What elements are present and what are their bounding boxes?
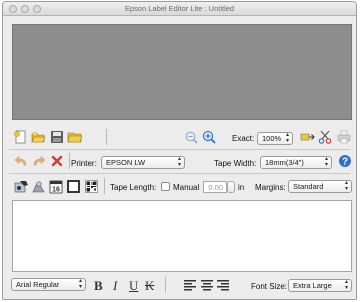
zoom-value: 100% — [262, 134, 282, 143]
qr-code-icon[interactable] — [85, 180, 98, 193]
frame-icon[interactable] — [67, 180, 80, 193]
redo-icon[interactable] — [32, 155, 46, 167]
margins-label: Margins: — [255, 183, 286, 192]
toolbar-separator — [9, 149, 350, 150]
zoom-select[interactable]: 100% ▴ ▾ — [257, 132, 293, 145]
align-center-icon[interactable] — [201, 280, 213, 291]
symbol-icon[interactable] — [14, 180, 29, 194]
toolbar-separator — [9, 173, 350, 174]
date-icon[interactable]: 16 — [49, 179, 63, 194]
margins-value: Standard — [293, 182, 324, 191]
manual-label: Manual — [173, 183, 200, 192]
toolbar-divider — [104, 178, 105, 194]
manual-checkbox[interactable] — [161, 182, 170, 191]
tape-length-input[interactable]: 0.00 — [203, 181, 227, 193]
italic-button[interactable]: I — [113, 278, 117, 294]
tape-length-label: Tape Length: — [110, 183, 157, 192]
svg-text:?: ? — [342, 157, 348, 168]
font-size-value: Extra Large — [293, 281, 332, 290]
font-select[interactable]: Arial Regular ▴ ▾ — [11, 278, 86, 291]
select-arrows-icon: ▴ ▾ — [177, 156, 181, 168]
tape-length-stepper[interactable] — [227, 181, 235, 193]
tape-width-value: 18mm(3/4") — [265, 158, 304, 167]
align-left-icon[interactable] — [184, 280, 196, 291]
align-right-icon[interactable] — [217, 280, 229, 291]
app-window: Epson Label Editor Lite : Untitled Exact… — [2, 1, 357, 300]
clipart-icon[interactable] — [31, 180, 46, 194]
unit-label: in — [238, 183, 245, 192]
zoom-in-icon[interactable] — [202, 130, 216, 144]
save-icon[interactable] — [50, 130, 64, 144]
select-arrows-icon: ▴ ▾ — [78, 278, 82, 290]
strikethrough-button[interactable]: K — [145, 278, 154, 294]
underline-button[interactable]: U — [129, 278, 138, 294]
label-text-input[interactable] — [12, 200, 352, 272]
exact-label: Exact: — [232, 134, 255, 143]
font-size-label: Font Size: — [251, 282, 288, 291]
printer-icon[interactable] — [337, 130, 351, 144]
window-title: Epson Label Editor Lite : Untitled — [124, 4, 235, 13]
zoom-out-icon[interactable] — [185, 131, 198, 144]
margins-select[interactable]: Standard ▴ ▾ — [288, 180, 352, 193]
cut-icon[interactable] — [318, 130, 332, 144]
printer-select[interactable]: EPSON LW ▴ ▾ — [101, 156, 185, 169]
toolbar-divider — [165, 277, 166, 293]
toolbar-divider — [69, 153, 70, 169]
select-arrows-icon: ▴ ▾ — [285, 132, 289, 144]
undo-icon[interactable] — [14, 155, 28, 167]
printer-value: EPSON LW — [106, 158, 146, 167]
svg-text:16: 16 — [52, 186, 60, 193]
toolbar-divider — [106, 129, 107, 145]
font-size-select[interactable]: Extra Large ▴ ▾ — [288, 279, 352, 292]
select-arrows-icon: ▴ ▾ — [324, 156, 328, 168]
select-arrows-icon: ▴ ▾ — [344, 279, 348, 291]
title-bar: Epson Label Editor Lite : Untitled — [3, 2, 356, 16]
printer-label: Printer: — [71, 159, 97, 168]
folder-icon[interactable] — [67, 130, 83, 144]
select-arrows-icon: ▴ ▾ — [344, 180, 348, 192]
tape-width-select[interactable]: 18mm(3/4") ▴ ▾ — [260, 156, 332, 169]
print-preview-icon[interactable] — [300, 131, 315, 143]
new-label-icon[interactable] — [13, 130, 27, 144]
label-preview[interactable] — [12, 24, 352, 120]
bold-button[interactable]: B — [94, 278, 103, 294]
delete-icon[interactable] — [51, 155, 63, 167]
tape-width-label: Tape Width: — [214, 159, 257, 168]
open-icon[interactable] — [31, 130, 46, 144]
help-icon[interactable]: ? — [338, 154, 352, 168]
font-value: Arial Regular — [16, 280, 60, 289]
